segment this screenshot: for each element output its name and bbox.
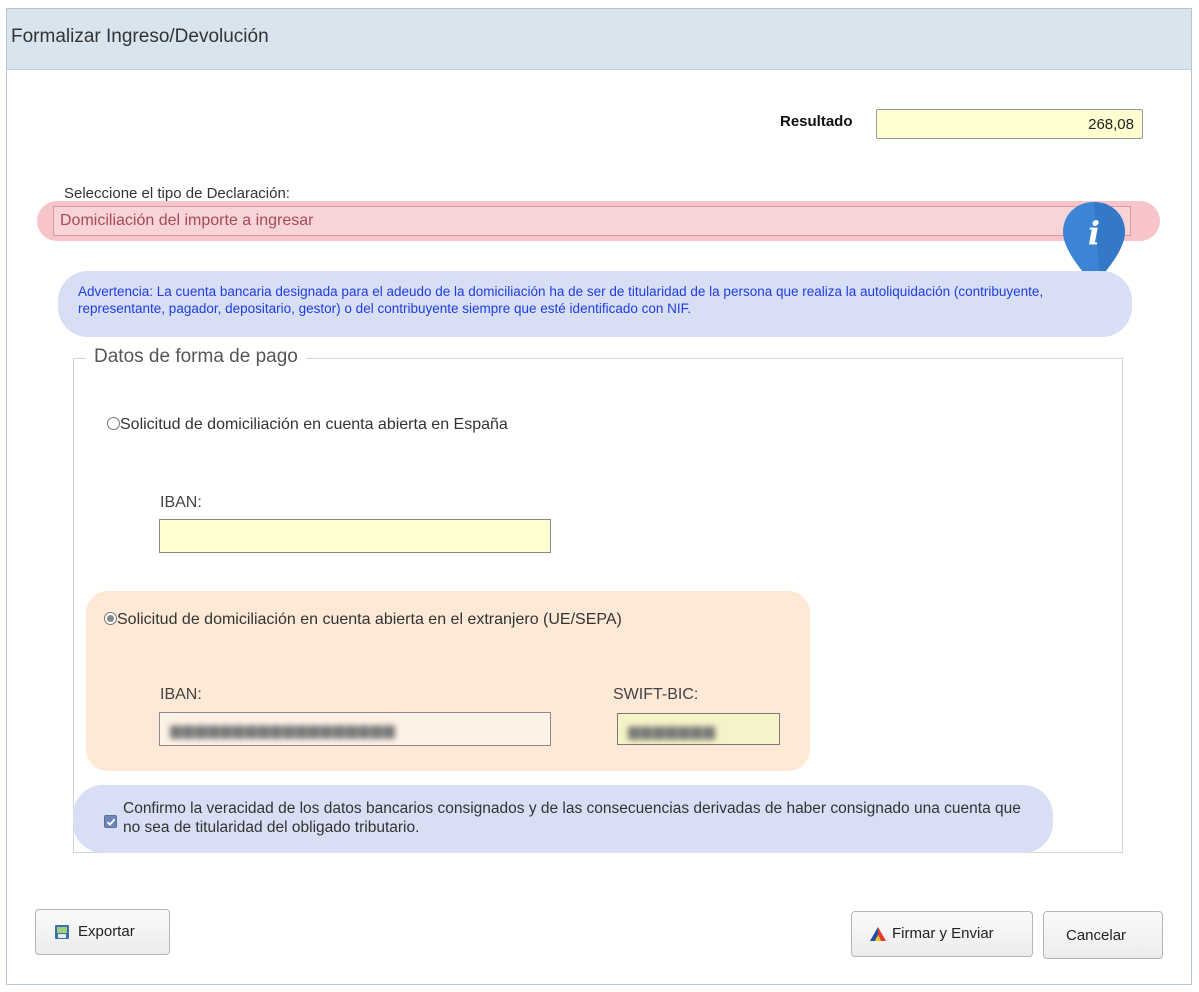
exportar-button[interactable]: Exportar: [35, 909, 170, 955]
swift-label: SWIFT-BIC:: [613, 686, 699, 703]
resultado-label: Resultado: [780, 113, 853, 130]
export-icon: [54, 924, 70, 944]
svg-text:i: i: [1088, 214, 1100, 252]
iban-foreign-input[interactable]: ▆▆▆▆▆▆▆▆▆▆▆▆▆▆▆▆▆▆: [159, 712, 551, 746]
tipo-declaracion-label: Seleccione el tipo de Declaración:: [64, 185, 290, 202]
option-spain[interactable]: Solicitud de domiciliación en cuenta abi…: [107, 416, 508, 434]
iban-foreign-redacted: ▆▆▆▆▆▆▆▆▆▆▆▆▆▆▆▆▆▆: [170, 722, 396, 739]
dialog-title: Formalizar Ingreso/Devolución: [11, 26, 269, 47]
tipo-declaracion-select[interactable]: Domiciliación del importe a ingresar: [53, 206, 1131, 236]
cancelar-button[interactable]: Cancelar: [1043, 911, 1163, 959]
option-foreign[interactable]: Solicitud de domiciliación en cuenta abi…: [104, 611, 622, 629]
confirm-text: Confirmo la veracidad de los datos banca…: [123, 800, 1021, 836]
option-spain-label: Solicitud de domiciliación en cuenta abi…: [120, 416, 508, 433]
iban-spain-label: IBAN:: [160, 494, 202, 511]
payment-legend: Datos de forma de pago: [86, 346, 306, 368]
dialog-titlebar: Formalizar Ingreso/Devolución: [7, 9, 1191, 70]
resultado-field: 268,08: [876, 109, 1143, 139]
exportar-label: Exportar: [78, 923, 135, 940]
firmar-enviar-button[interactable]: Firmar y Enviar: [851, 911, 1033, 957]
radio-spain[interactable]: [107, 417, 120, 430]
swift-input[interactable]: ▆▆▆▆▆▆▆: [617, 713, 780, 745]
radio-foreign[interactable]: [104, 612, 117, 625]
aeat-logo-icon: [869, 926, 887, 946]
cancelar-label: Cancelar: [1066, 927, 1127, 944]
swift-redacted: ▆▆▆▆▆▆▆: [628, 723, 716, 740]
iban-spain-input[interactable]: [159, 519, 551, 553]
iban-foreign-label: IBAN:: [160, 686, 202, 703]
firmar-label: Firmar y Enviar: [892, 925, 994, 942]
option-foreign-label: Solicitud de domiciliación en cuenta abi…: [117, 611, 622, 628]
warning-message: Advertencia: La cuenta bancaria designad…: [58, 271, 1132, 337]
check-icon: [106, 818, 116, 826]
confirm-checkbox[interactable]: [104, 815, 117, 828]
